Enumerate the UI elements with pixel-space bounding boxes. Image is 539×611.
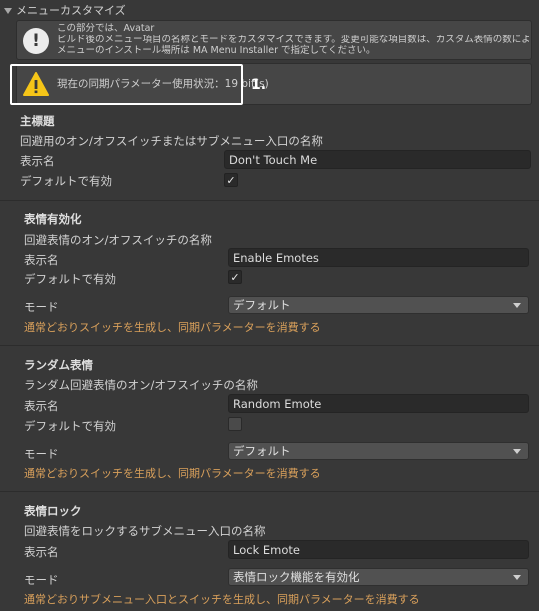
default-enabled-checkbox-main[interactable]: ✓ [224,173,238,187]
mode-note-lock-emote: 通常どおりサブメニュー入口とスイッチを生成し、同期パラメーターを消費する [24,593,420,606]
display-name-input-lock-emote[interactable]: Lock Emote [228,540,529,559]
display-name-input-enable-emotes[interactable]: Enable Emotes [228,248,529,267]
mode-note-enable-emotes: 通常どおりスイッチを生成し、同期パラメーターを消費する [24,321,321,334]
foldout-title: メニューカスタマイズ [16,4,126,17]
info-line-2: ビルド後のメニュー項目の名称とモードをカスタマイズできます。変更可能な項目数は、… [57,35,529,45]
section-description-lock-emote: 回避表情をロックするサブメニュー入口の名称 [24,524,266,538]
dropdown-arrow-icon [513,574,521,580]
default-enabled-label-main: デフォルトで有効 [20,174,112,188]
section-title-enable-emotes: 表情有効化 [24,212,82,226]
display-name-label-main: 表示名 [20,154,55,168]
mode-dropdown-random-emote[interactable]: デフォルト [228,442,529,460]
foldout-arrow-icon [4,7,12,14]
display-name-input-random-emote[interactable]: Random Emote [228,394,529,413]
default-enabled-checkbox-enable-emotes[interactable]: ✓ [228,270,242,284]
default-enabled-label-enable-emotes: デフォルトで有効 [24,272,116,286]
info-line-3: メニューのインストール場所は MA Menu Installer で指定してくだ… [57,45,376,56]
section-divider [0,345,539,346]
info-helpbox: ! この部分では、Avatar ビルド後のメニュー項目の名称とモードをカスタマイ… [16,20,532,60]
dropdown-arrow-icon [513,302,521,308]
section-description-main: 回避用のオン/オフスイッチまたはサブメニュー入口の名称 [20,134,323,148]
menu-customize-foldout[interactable]: メニューカスタマイズ [4,2,126,18]
mode-dropdown-value: 表情ロック機能を有効化 [233,570,360,584]
mode-dropdown-value: デフォルト [233,298,291,312]
info-line-1: この部分では、Avatar [57,23,155,34]
mode-label-random-emote: モード [24,447,59,461]
checkmark-icon: ✓ [230,270,240,284]
mode-dropdown-enable-emotes[interactable]: デフォルト [228,296,529,314]
display-name-label-lock-emote: 表示名 [24,545,59,559]
display-name-input-main[interactable]: Don't Touch Me [224,150,531,169]
mode-dropdown-lock-emote[interactable]: 表情ロック機能を有効化 [228,568,529,586]
display-name-label-enable-emotes: 表示名 [24,253,59,267]
mode-label-enable-emotes: モード [24,300,59,314]
info-icon: ! [23,28,49,54]
dropdown-arrow-icon [513,448,521,454]
default-enabled-checkbox-random-emote[interactable] [228,417,242,431]
mode-note-random-emote: 通常どおりスイッチを生成し、同期パラメーターを消費する [24,467,321,480]
section-title-main: 主標題 [20,114,55,128]
section-title-random-emote: ランダム表情 [24,358,93,372]
highlight-box [10,64,243,105]
section-divider [0,200,539,201]
default-enabled-label-random-emote: デフォルトで有効 [24,419,116,433]
section-title-lock-emote: 表情ロック [24,504,82,518]
checkmark-icon: ✓ [226,173,236,187]
section-divider [0,491,539,492]
display-name-label-random-emote: 表示名 [24,399,59,413]
mode-label-lock-emote: モード [24,573,59,587]
mode-dropdown-value: デフォルト [233,444,291,458]
callout-label: 1. [251,77,267,93]
section-description-random-emote: ランダム回避表情のオン/オフスイッチの名称 [24,378,258,392]
section-description-enable-emotes: 回避表情のオン/オフスイッチの名称 [24,233,212,247]
